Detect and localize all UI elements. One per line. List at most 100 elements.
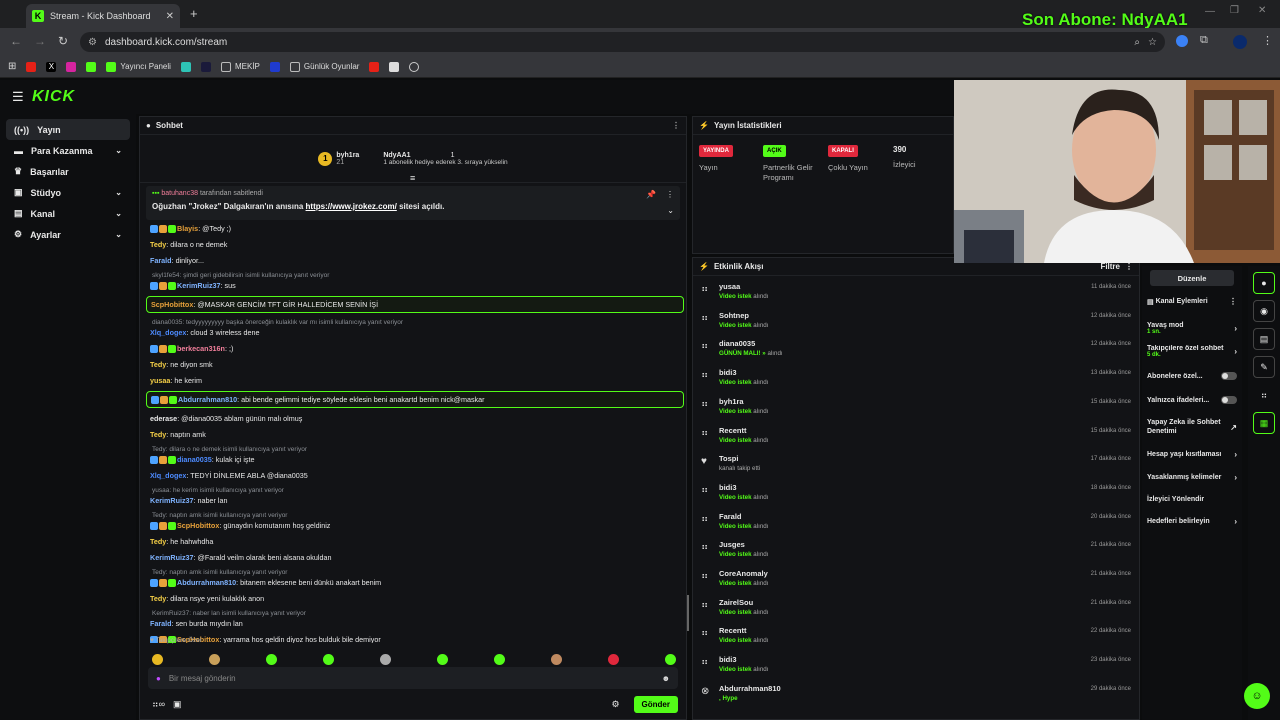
- chat-username[interactable]: Abdurrahman810: [178, 395, 237, 404]
- chat-username[interactable]: diana0035: [177, 455, 212, 464]
- emotes-toggle[interactable]: [1221, 396, 1237, 404]
- mod-banned-words[interactable]: Yasaklanmış kelimeler ›: [1142, 468, 1242, 487]
- emote-icon[interactable]: [266, 653, 277, 665]
- hamburger-menu-icon[interactable]: ☰: [12, 89, 24, 105]
- chat-message[interactable]: Tedy: naptın amk: [146, 429, 684, 440]
- feed-username[interactable]: Recentt: [719, 626, 1131, 635]
- chat-username[interactable]: KerimRuiz37: [150, 553, 194, 562]
- chat-message[interactable]: Abdurrahman810: abi bende gelimmi tediye…: [146, 391, 684, 408]
- tools-rail-icon[interactable]: ✎: [1253, 356, 1275, 378]
- chat-message[interactable]: Tedy: dilara o ne demek isimli kullanıcı…: [146, 445, 684, 465]
- feed-row[interactable]: ⠶ Recentt Video istek alındı 15 dakika önce: [693, 424, 1139, 452]
- back-icon[interactable]: ←: [10, 34, 22, 48]
- feed-row[interactable]: ⠶ bidi3 Video istek alındı 13 dakika önce: [693, 366, 1139, 394]
- feed-row[interactable]: ⠶ yusaa Video istek alındı 11 dakika önce: [693, 280, 1139, 308]
- chat-username[interactable]: Xlq_dogex: [150, 328, 186, 337]
- bookmark-mekip[interactable]: MEKİP: [220, 61, 260, 72]
- chat-username[interactable]: Farald: [150, 619, 172, 628]
- feed-username[interactable]: bidi3: [719, 483, 1131, 492]
- chat-message[interactable]: Xlq_dogex: TEDYİ DİNLEME ABLA @diana0035: [146, 470, 684, 481]
- site-info-icon[interactable]: ⚙: [88, 37, 97, 48]
- url-input[interactable]: ⚙ dashboard.kick.com/stream ⌕ ☆: [80, 32, 1165, 52]
- mod-viewer-redirect[interactable]: İzleyici Yönlendir: [1142, 491, 1242, 508]
- feed-username[interactable]: Sohtnep: [719, 311, 1131, 320]
- sidebar-item-ayarlar[interactable]: ⚙ Ayarlar ⌄: [6, 224, 130, 245]
- chat-message[interactable]: yusaa: he kerim isimli kullanıcıya yanıt…: [146, 486, 684, 506]
- feed-row[interactable]: ⠶ bidi3 Video istek alındı 18 dakika önce: [693, 481, 1139, 509]
- forward-icon[interactable]: →: [34, 34, 46, 48]
- chat-rail-icon[interactable]: ●: [1253, 272, 1275, 294]
- chat-username[interactable]: Xlq_dogex: [150, 471, 186, 480]
- edit-button[interactable]: Düzenle: [1150, 270, 1234, 286]
- chat-username[interactable]: KerimRuiz37: [150, 496, 194, 505]
- emote-icon[interactable]: [608, 653, 619, 665]
- apps-grid-icon[interactable]: ⊞: [8, 61, 16, 72]
- zoom-icon[interactable]: ⌕: [1134, 37, 1140, 48]
- chat-username[interactable]: Blayis: [177, 224, 198, 233]
- feed-username[interactable]: Jusges: [719, 540, 1131, 549]
- pinned-link[interactable]: https://www.jrokez.com/: [306, 202, 397, 211]
- chat-message[interactable]: diana0035: tedyyyyyyyyy başka önerceğin …: [146, 318, 684, 338]
- collapse-icon[interactable]: ≡: [410, 173, 415, 183]
- feed-row[interactable]: ⠶ CoreAnomaly Video istek alındı 21 dakika …: [693, 567, 1139, 595]
- chat-message[interactable]: Farald: dinliyor...: [146, 255, 684, 266]
- close-tab-icon[interactable]: ✕: [166, 11, 174, 22]
- feed-username[interactable]: bidi3: [719, 368, 1131, 377]
- browser-tab[interactable]: K Stream - Kick Dashboard ✕: [26, 4, 180, 28]
- profile-avatar[interactable]: [1233, 35, 1247, 49]
- gift-icon[interactable]: ▣: [173, 699, 182, 710]
- sidebar-item-basarilar[interactable]: ♛ Başarılar: [6, 161, 130, 182]
- feed-row[interactable]: ⠶ bidi3 Video istek alındı 23 dakika önce: [693, 653, 1139, 681]
- chat-username[interactable]: Tedy: [150, 594, 166, 603]
- chat-message[interactable]: Tedy: naptın amk isimli kullanıcıya yanı…: [146, 568, 684, 588]
- calendar-rail-icon[interactable]: ▦: [1253, 412, 1275, 434]
- feed-username[interactable]: Farald: [719, 512, 1131, 521]
- emote-icon[interactable]: [665, 653, 676, 665]
- emote-icon[interactable]: [494, 653, 505, 665]
- share-rail-icon[interactable]: ⠶: [1253, 384, 1275, 406]
- window-close-icon[interactable]: ✕: [1258, 5, 1266, 16]
- chat-message[interactable]: Tedy: dilara nsye yeni kulaklık anon: [146, 593, 684, 604]
- chat-message[interactable]: ScpHobittox: yarrama hos geldin diyoz ho…: [146, 634, 684, 643]
- feed-row[interactable]: ♥ Tospi kanalı takip etti 17 dakika önce: [693, 452, 1139, 480]
- feed-row[interactable]: ⠶ byh1ra Video istek alındı 15 dakika önce: [693, 395, 1139, 423]
- bookmark-yayinci-paneli[interactable]: Yayıncı Paneli: [106, 61, 171, 72]
- emote-icon[interactable]: [152, 653, 163, 665]
- mod-subscribers-only[interactable]: Abonelere özel...: [1142, 367, 1242, 385]
- stats-rail-icon[interactable]: ▤: [1253, 328, 1275, 350]
- feed-row[interactable]: ⠶ ZairelSou Video istek alındı 21 dakika ön…: [693, 596, 1139, 624]
- window-minimize-icon[interactable]: —: [1205, 6, 1215, 17]
- sidebar-item-kanal[interactable]: ▤ Kanal ⌄: [6, 203, 130, 224]
- bookmark-gunluk-oyunlar[interactable]: Günlük Oyunlar: [289, 61, 359, 72]
- chat-username[interactable]: ScpHobittox: [151, 300, 193, 309]
- chat-message[interactable]: skyl1fe54: şimdi geri gidebilirsin isiml…: [146, 271, 684, 291]
- instagram-bookmark-icon[interactable]: [66, 61, 77, 72]
- browser-menu-icon[interactable]: ⋮: [1262, 34, 1273, 47]
- mod-account-age[interactable]: Hesap yaşı kısıtlaması ›: [1142, 445, 1242, 464]
- youtube-bookmark-icon[interactable]: [26, 61, 37, 72]
- emote-icon[interactable]: [380, 653, 391, 665]
- feed-username[interactable]: bidi3: [719, 655, 1131, 664]
- expand-pinned-icon[interactable]: ⌄: [667, 206, 674, 215]
- feed-username[interactable]: Abdurrahman810: [719, 684, 1131, 693]
- sidebar-item-para-kazanma[interactable]: ▬ Para Kazanma ⌄: [6, 140, 130, 161]
- chat-message[interactable]: Blayis: @Tedy ;): [146, 223, 684, 234]
- sidebar-item-yayin[interactable]: ((•)) Yayın: [6, 119, 130, 140]
- pin-icon[interactable]: 📌: [646, 190, 656, 199]
- bookmark-star-icon[interactable]: ☆: [1148, 37, 1157, 48]
- feed-username[interactable]: byh1ra: [719, 397, 1131, 406]
- chat-username[interactable]: ederase: [150, 414, 177, 423]
- feed-username[interactable]: ZairelSou: [719, 598, 1131, 607]
- chat-message[interactable]: Tedy: naptın amk isimli kullanıcıya yanı…: [146, 511, 684, 531]
- bookmark-youtube2-icon[interactable]: [369, 61, 380, 72]
- feed-options-icon[interactable]: ⋮: [1125, 262, 1133, 271]
- feed-row[interactable]: ⠶ diana0035 GÜNÜN MALI! » alındı 12 dakika …: [693, 337, 1139, 365]
- mod-followers-only[interactable]: Takipçilere özel sohbet 5 dk. ›: [1142, 340, 1242, 363]
- bookmark-blue-icon[interactable]: [269, 61, 280, 72]
- chat-message[interactable]: berkecan316n: ;): [146, 343, 684, 354]
- chat-username[interactable]: Abdurrahman810: [177, 578, 236, 587]
- chat-settings-icon[interactable]: ⚙: [611, 699, 619, 710]
- bookmark-arrow-icon[interactable]: [200, 61, 211, 72]
- feed-row[interactable]: ⊗ Abdurrahman810, Hype 29 dakika önce: [693, 682, 1139, 710]
- chat-message[interactable]: Tedy: ne diyon smk: [146, 359, 684, 370]
